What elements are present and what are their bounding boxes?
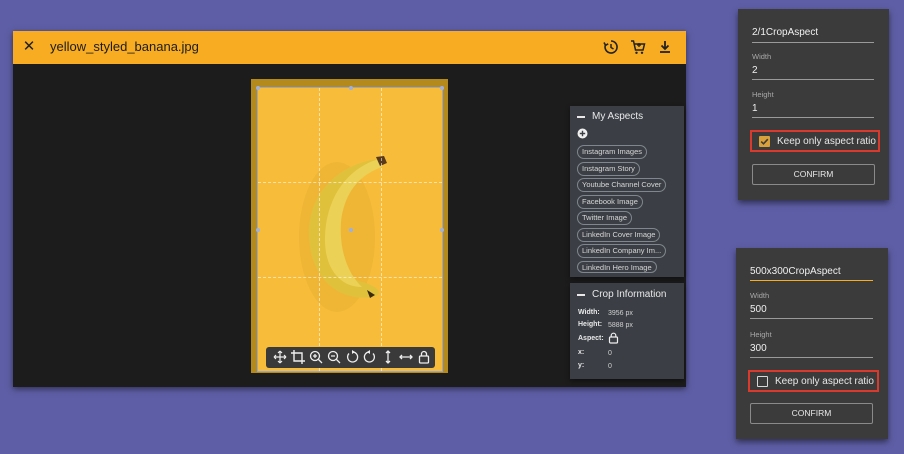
confirm-button[interactable]: CONFIRM	[750, 403, 873, 424]
keep-aspect-checkbox[interactable]: Keep only aspect ratio	[750, 130, 880, 152]
aspect-chip[interactable]: Instagram Images	[577, 145, 648, 159]
zoom-in-icon[interactable]	[308, 349, 324, 365]
width-label: Width	[750, 291, 770, 300]
y-label: y:	[578, 362, 585, 369]
editor-topbar: ✕ yellow_styled_banana.jpg	[13, 31, 686, 64]
aspect-dialog-2x1: 2/1CropAspect Width 2 Height 1 Keep only…	[738, 9, 889, 200]
height-label: Height	[752, 90, 774, 99]
confirm-button[interactable]: CONFIRM	[752, 164, 875, 185]
width-value: 3956 px	[608, 310, 633, 317]
checkbox-label: Keep only aspect ratio	[777, 136, 876, 147]
aspect-dialog-500x300: 500x300CropAspect Width 500 Height 300 K…	[736, 248, 888, 439]
height-value: 5888 px	[608, 322, 633, 329]
width-field[interactable]: 500	[750, 304, 767, 315]
file-name: yellow_styled_banana.jpg	[50, 39, 199, 54]
crop-handle[interactable]	[349, 86, 353, 90]
crop-info-panel: Crop Information Width: 3956 px Height: …	[570, 283, 684, 379]
collapse-icon[interactable]	[577, 116, 585, 118]
aspect-name-field[interactable]: 500x300CropAspect	[750, 266, 841, 277]
crop-toolbar	[266, 347, 435, 368]
keep-aspect-checkbox[interactable]: Keep only aspect ratio	[748, 370, 879, 392]
panel-title: My Aspects	[592, 111, 644, 122]
aspect-chip[interactable]: Facebook Image	[577, 195, 643, 209]
x-label: x:	[578, 349, 585, 356]
crop-frame[interactable]	[256, 86, 444, 372]
add-aspect-icon[interactable]	[577, 128, 588, 139]
lock-icon[interactable]	[416, 349, 432, 365]
aspect-lock-icon[interactable]	[608, 332, 619, 344]
height-field[interactable]: 300	[750, 343, 767, 354]
checkbox-label: Keep only aspect ratio	[775, 376, 874, 387]
move-icon[interactable]	[272, 349, 288, 365]
aspect-chip[interactable]: LinkedIn Company Im...	[577, 244, 667, 258]
flip-horizontal-icon[interactable]	[398, 349, 414, 365]
height-label: Height	[750, 330, 772, 339]
height-field[interactable]: 1	[752, 103, 758, 114]
flip-vertical-icon[interactable]	[380, 349, 396, 365]
crop-icon[interactable]	[290, 349, 306, 365]
aspect-chip[interactable]: LinkedIn Cover Image	[577, 228, 661, 242]
x-value: 0	[608, 350, 612, 357]
rotate-left-icon[interactable]	[344, 349, 360, 365]
download-icon[interactable]	[656, 38, 674, 56]
crop-handle[interactable]	[440, 228, 444, 232]
aspect-label: Aspect:	[578, 335, 604, 342]
crop-center-handle[interactable]	[349, 228, 353, 232]
width-label: Width:	[578, 309, 600, 316]
history-icon[interactable]	[602, 38, 620, 56]
zoom-out-icon[interactable]	[326, 349, 342, 365]
aspect-name-field[interactable]: 2/1CropAspect	[752, 27, 818, 38]
cart-icon[interactable]	[629, 38, 647, 56]
panel-title: Crop Information	[592, 289, 667, 300]
crop-handle[interactable]	[256, 86, 260, 90]
rotate-right-icon[interactable]	[362, 349, 378, 365]
aspect-chip[interactable]: Twitter Image	[577, 211, 633, 225]
width-field[interactable]: 2	[752, 65, 758, 76]
checkbox-unchecked-icon[interactable]	[757, 376, 768, 387]
aspect-chip[interactable]: LinkedIn Hero Image	[577, 261, 657, 273]
photo-frame	[251, 79, 448, 373]
crop-handle[interactable]	[440, 86, 444, 90]
aspect-chip[interactable]: Youtube Channel Cover	[577, 178, 667, 192]
close-icon[interactable]: ✕	[21, 37, 37, 57]
crop-handle[interactable]	[256, 228, 260, 232]
checkbox-checked-icon[interactable]	[759, 136, 770, 147]
aspect-chip[interactable]: Instagram Story	[577, 162, 640, 176]
y-value: 0	[608, 363, 612, 370]
collapse-icon[interactable]	[577, 294, 585, 296]
height-label: Height:	[578, 321, 603, 328]
my-aspects-panel: My Aspects Instagram Images Instagram St…	[570, 106, 684, 277]
width-label: Width	[752, 52, 772, 61]
